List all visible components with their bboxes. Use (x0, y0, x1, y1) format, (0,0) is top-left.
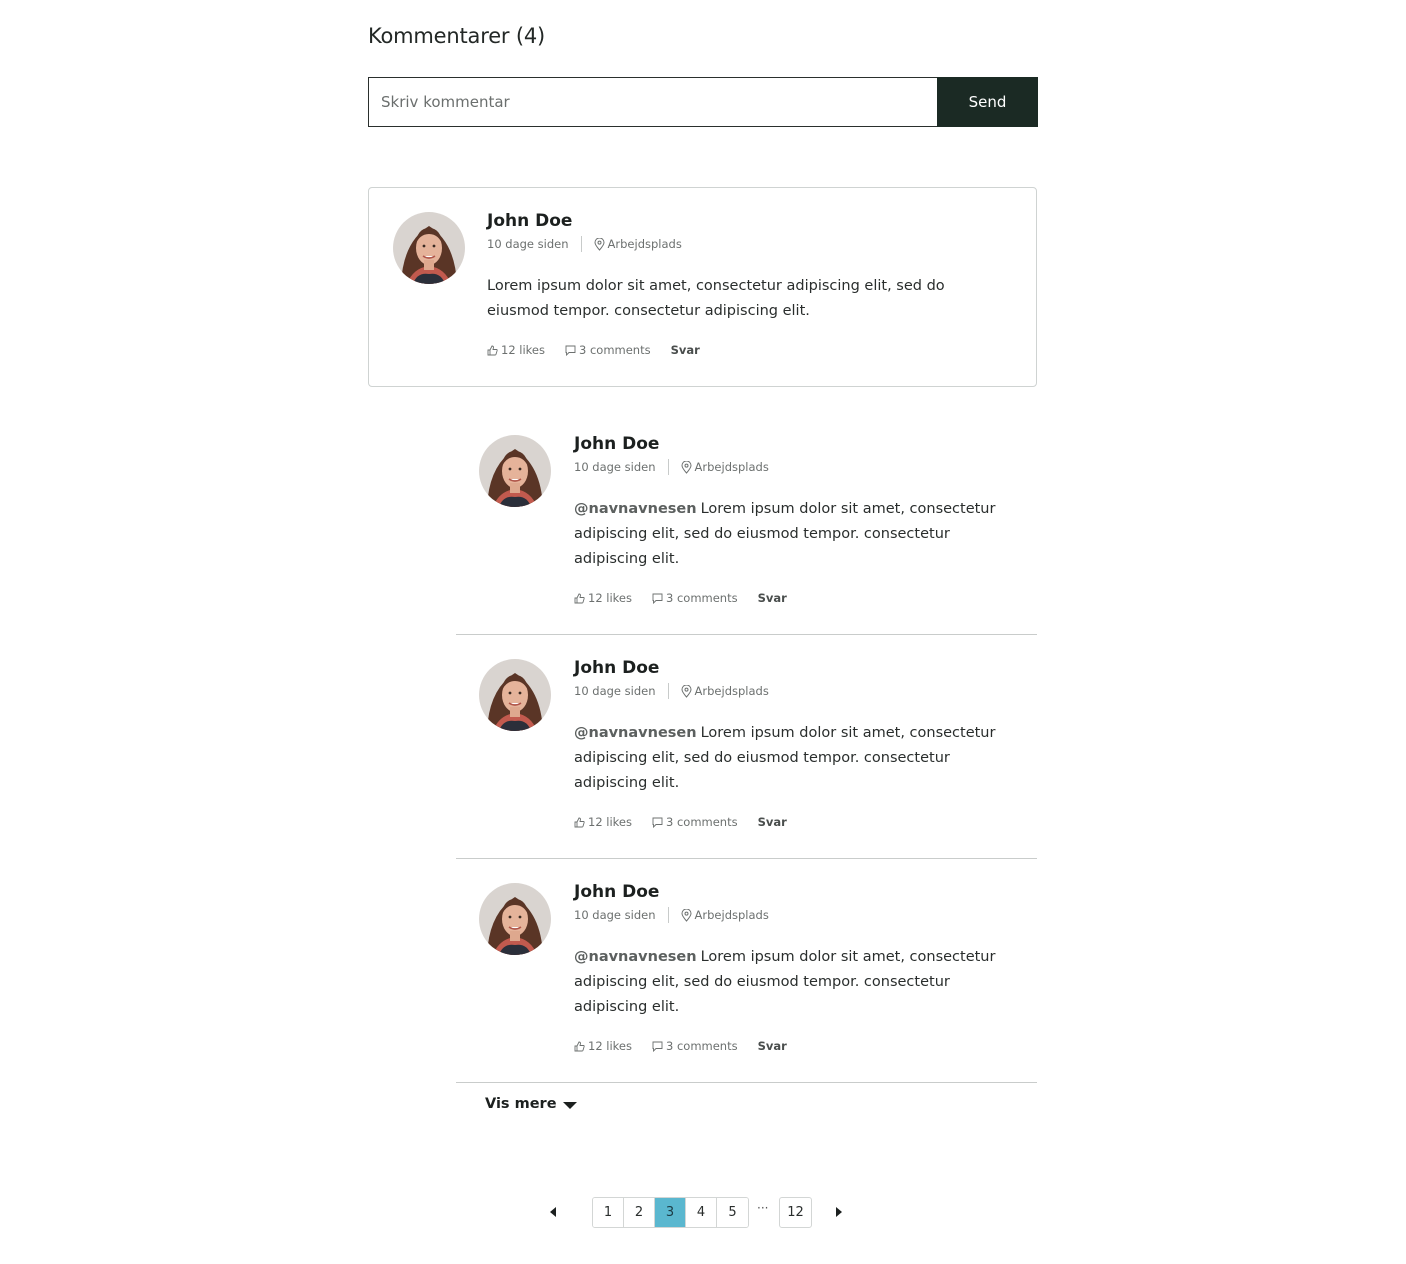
timestamp: 10 dage siden (574, 908, 656, 922)
comment-input[interactable] (368, 77, 937, 127)
comments-count: 3 comments (666, 1039, 738, 1053)
comment-body: John Doe 10 dage siden Arbejdsplads @nav… (574, 881, 1014, 1054)
author-name: John Doe (574, 882, 660, 902)
reply-link[interactable]: Svar (758, 1039, 787, 1053)
caret-down-icon (562, 1101, 577, 1109)
comments-count: 3 comments (666, 815, 738, 829)
timestamp: 10 dage siden (574, 460, 656, 474)
meta-divider (667, 683, 669, 699)
comments-button[interactable]: 3 comments (652, 591, 738, 605)
reply-link[interactable]: Svar (758, 815, 787, 829)
meta-divider (667, 907, 669, 923)
comments-title: Kommentarer4 (368, 24, 545, 48)
location-pin-icon (681, 684, 692, 698)
comment-meta: 10 dage siden Arbejdsplads (574, 907, 1014, 923)
reply-link[interactable]: Svar (758, 591, 787, 605)
page-3-current[interactable]: 3 (655, 1198, 686, 1227)
comment-body: John Doe 10 dage siden Arbejdsplads @nav… (574, 657, 1014, 830)
send-button[interactable]: Send (937, 77, 1038, 127)
likes-count: 12 likes (588, 1039, 632, 1053)
author-name: John Doe (574, 434, 660, 454)
page-5[interactable]: 5 (717, 1198, 748, 1227)
comments-count: 4 (509, 24, 545, 48)
timestamp: 10 dage siden (574, 684, 656, 698)
location-pin-icon (681, 460, 692, 474)
like-button[interactable]: 12 likes (574, 815, 632, 829)
speech-bubble-icon (652, 593, 663, 604)
location: Arbejdsplads (694, 460, 769, 474)
location: Arbejdsplads (694, 908, 769, 922)
comment-actions: 12 likes 3 comments Svar (574, 1038, 1014, 1054)
comments-button[interactable]: 3 comments (652, 815, 738, 829)
like-button[interactable]: 12 likes (574, 1039, 632, 1053)
author-name: John Doe (574, 658, 660, 678)
comments-button[interactable]: 3 comments (652, 1039, 738, 1053)
page-list: 1 2 3 4 5 (592, 1197, 749, 1228)
comment-actions: 12 likes 3 comments Svar (574, 590, 1014, 606)
comments-title-label: Kommentarer (368, 24, 510, 48)
page-2[interactable]: 2 (624, 1198, 655, 1227)
mention-link[interactable]: @navnavnesen (574, 725, 697, 741)
comments-count: 3 comments (579, 343, 651, 357)
mention-link[interactable]: @navnavnesen (574, 949, 697, 965)
page-4[interactable]: 4 (686, 1198, 717, 1227)
timestamp: 10 dage siden (487, 237, 569, 251)
comment-meta: 10 dage siden Arbejdsplads (487, 236, 1007, 252)
avatar (479, 435, 551, 507)
comments-count: 3 comments (666, 591, 738, 605)
thumbs-up-icon (487, 345, 498, 355)
pagination-ellipsis: ··· (757, 1201, 769, 1215)
comment-text-content: Lorem ipsum dolor sit amet, consectetur … (487, 278, 945, 319)
location: Arbejdsplads (607, 237, 682, 251)
author-name: John Doe (487, 211, 573, 231)
comment-text: @navnavnesen Lorem ipsum dolor sit amet, … (574, 945, 1014, 1020)
location-pin-icon (594, 237, 605, 251)
speech-bubble-icon (652, 1041, 663, 1052)
speech-bubble-icon (652, 817, 663, 828)
comment-meta: 10 dage siden Arbejdsplads (574, 683, 1014, 699)
thumbs-up-icon (574, 593, 585, 603)
comment-form: Send (368, 77, 1038, 127)
avatar (479, 659, 551, 731)
likes-count: 12 likes (501, 343, 545, 357)
avatar (479, 883, 551, 955)
location: Arbejdsplads (694, 684, 769, 698)
pagination: 1 2 3 4 5 ··· 12 (0, 1197, 1406, 1228)
thumbs-up-icon (574, 1041, 585, 1051)
reply-comment: John Doe 10 dage siden Arbejdsplads @nav… (456, 635, 1037, 859)
meta-divider (580, 236, 582, 252)
show-more-button[interactable]: Vis mere (485, 1096, 577, 1112)
page-1[interactable]: 1 (593, 1198, 624, 1227)
like-button[interactable]: 12 likes (574, 591, 632, 605)
comment-text: Lorem ipsum dolor sit amet, consectetur … (487, 274, 1007, 324)
comment-card: John Doe 10 dage siden Arbejdsplads Lore… (368, 187, 1037, 387)
thumbs-up-icon (574, 817, 585, 827)
likes-count: 12 likes (588, 591, 632, 605)
likes-count: 12 likes (588, 815, 632, 829)
comments-button[interactable]: 3 comments (565, 343, 651, 357)
comment-body: John Doe 10 dage siden Arbejdsplads @nav… (574, 433, 1014, 606)
reply-comment: John Doe 10 dage siden Arbejdsplads @nav… (456, 411, 1037, 635)
comment-actions: 12 likes 3 comments Svar (574, 814, 1014, 830)
reply-comment: John Doe 10 dage siden Arbejdsplads @nav… (456, 859, 1037, 1083)
caret-right-icon[interactable] (836, 1207, 842, 1217)
reply-link[interactable]: Svar (671, 343, 700, 357)
comment-actions: 12 likes 3 comments Svar (487, 342, 1007, 358)
show-more-label: Vis mere (485, 1096, 557, 1112)
comment-body: John Doe 10 dage siden Arbejdsplads Lore… (487, 210, 1007, 358)
mention-link[interactable]: @navnavnesen (574, 501, 697, 517)
comment-meta: 10 dage siden Arbejdsplads (574, 459, 1014, 475)
comment-text: @navnavnesen Lorem ipsum dolor sit amet, … (574, 721, 1014, 796)
avatar (393, 212, 465, 284)
page-last[interactable]: 12 (779, 1197, 812, 1228)
comment-text: @navnavnesen Lorem ipsum dolor sit amet, … (574, 497, 1014, 572)
meta-divider (667, 459, 669, 475)
like-button[interactable]: 12 likes (487, 343, 545, 357)
speech-bubble-icon (565, 345, 576, 356)
location-pin-icon (681, 908, 692, 922)
caret-left-icon[interactable] (550, 1207, 556, 1217)
